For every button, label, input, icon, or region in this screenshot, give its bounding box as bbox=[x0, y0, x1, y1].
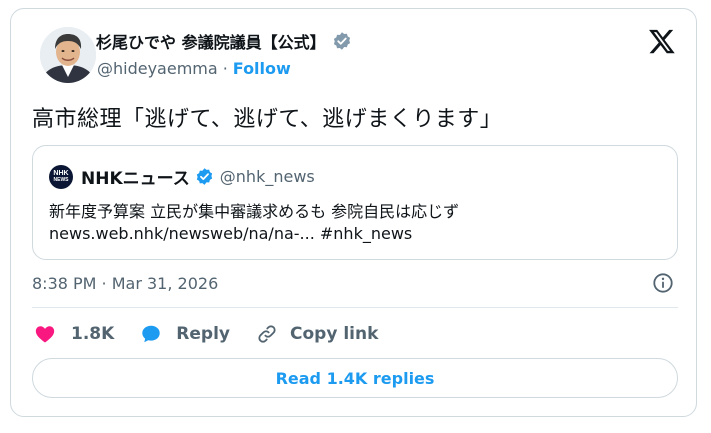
nhk-logo-subtext: NEWS bbox=[53, 176, 69, 183]
reply-label: Reply bbox=[176, 324, 230, 344]
separator-dot: · bbox=[222, 59, 228, 78]
post-timestamp[interactable]: 8:38 PM · Mar 31, 2026 bbox=[32, 274, 218, 293]
quoted-author-name: NHKニュース bbox=[81, 169, 190, 189]
author-name-row: 杉尾ひでや 参議院議員【公式】 bbox=[96, 29, 352, 53]
read-replies-label: Read 1.4K replies bbox=[275, 368, 435, 388]
author-handle[interactable]: @hideyaemma bbox=[97, 59, 218, 78]
link-icon bbox=[258, 325, 276, 343]
author-name[interactable]: 杉尾ひでや 参議院議員【公式】 bbox=[96, 29, 326, 53]
like-button[interactable]: 1.8K bbox=[34, 323, 114, 345]
author-handle-row: @hideyaemma · Follow bbox=[97, 59, 291, 78]
verified-badge-icon bbox=[333, 32, 350, 50]
action-bar: 1.8K Reply Copy link bbox=[34, 321, 404, 347]
quoted-post-header: NHK NEWS NHKニュース @nhk_news bbox=[49, 164, 315, 189]
quoted-post-link: news.web.nhk/newsweb/na/na-... #nhk_news bbox=[49, 224, 413, 243]
x-logo-icon[interactable] bbox=[648, 27, 676, 55]
follow-button[interactable]: Follow bbox=[233, 59, 291, 78]
quoted-post[interactable]: NHK NEWS NHKニュース @nhk_news 新年度予算案 立民が集中審… bbox=[32, 145, 678, 260]
divider bbox=[32, 307, 678, 308]
nhk-logo-text: NHK bbox=[53, 169, 69, 177]
reply-button[interactable]: Reply bbox=[140, 323, 230, 345]
avatar[interactable] bbox=[40, 27, 96, 83]
copy-link-button[interactable]: Copy link bbox=[256, 323, 378, 345]
quoted-author-handle: @nhk_news bbox=[219, 167, 315, 186]
nhk-logo: NHK NEWS bbox=[49, 164, 73, 189]
heart-icon bbox=[35, 326, 55, 343]
like-count: 1.8K bbox=[71, 324, 115, 344]
reply-bubble-icon bbox=[142, 325, 161, 343]
quoted-post-text: 新年度予算案 立民が集中審議求めるも 参院自民は応じず bbox=[49, 202, 460, 221]
embedded-post-card: 杉尾ひでや 参議院議員【公式】 @hideyaemma · Follow 高市総理「… bbox=[10, 8, 697, 417]
info-icon[interactable] bbox=[652, 272, 674, 294]
read-replies-button[interactable]: Read 1.4K replies bbox=[32, 358, 678, 398]
post-text: 高市総理「逃げて、逃げて、逃げまくります」 bbox=[32, 107, 503, 132]
copy-link-label: Copy link bbox=[290, 324, 379, 344]
verified-badge-icon bbox=[196, 168, 212, 185]
